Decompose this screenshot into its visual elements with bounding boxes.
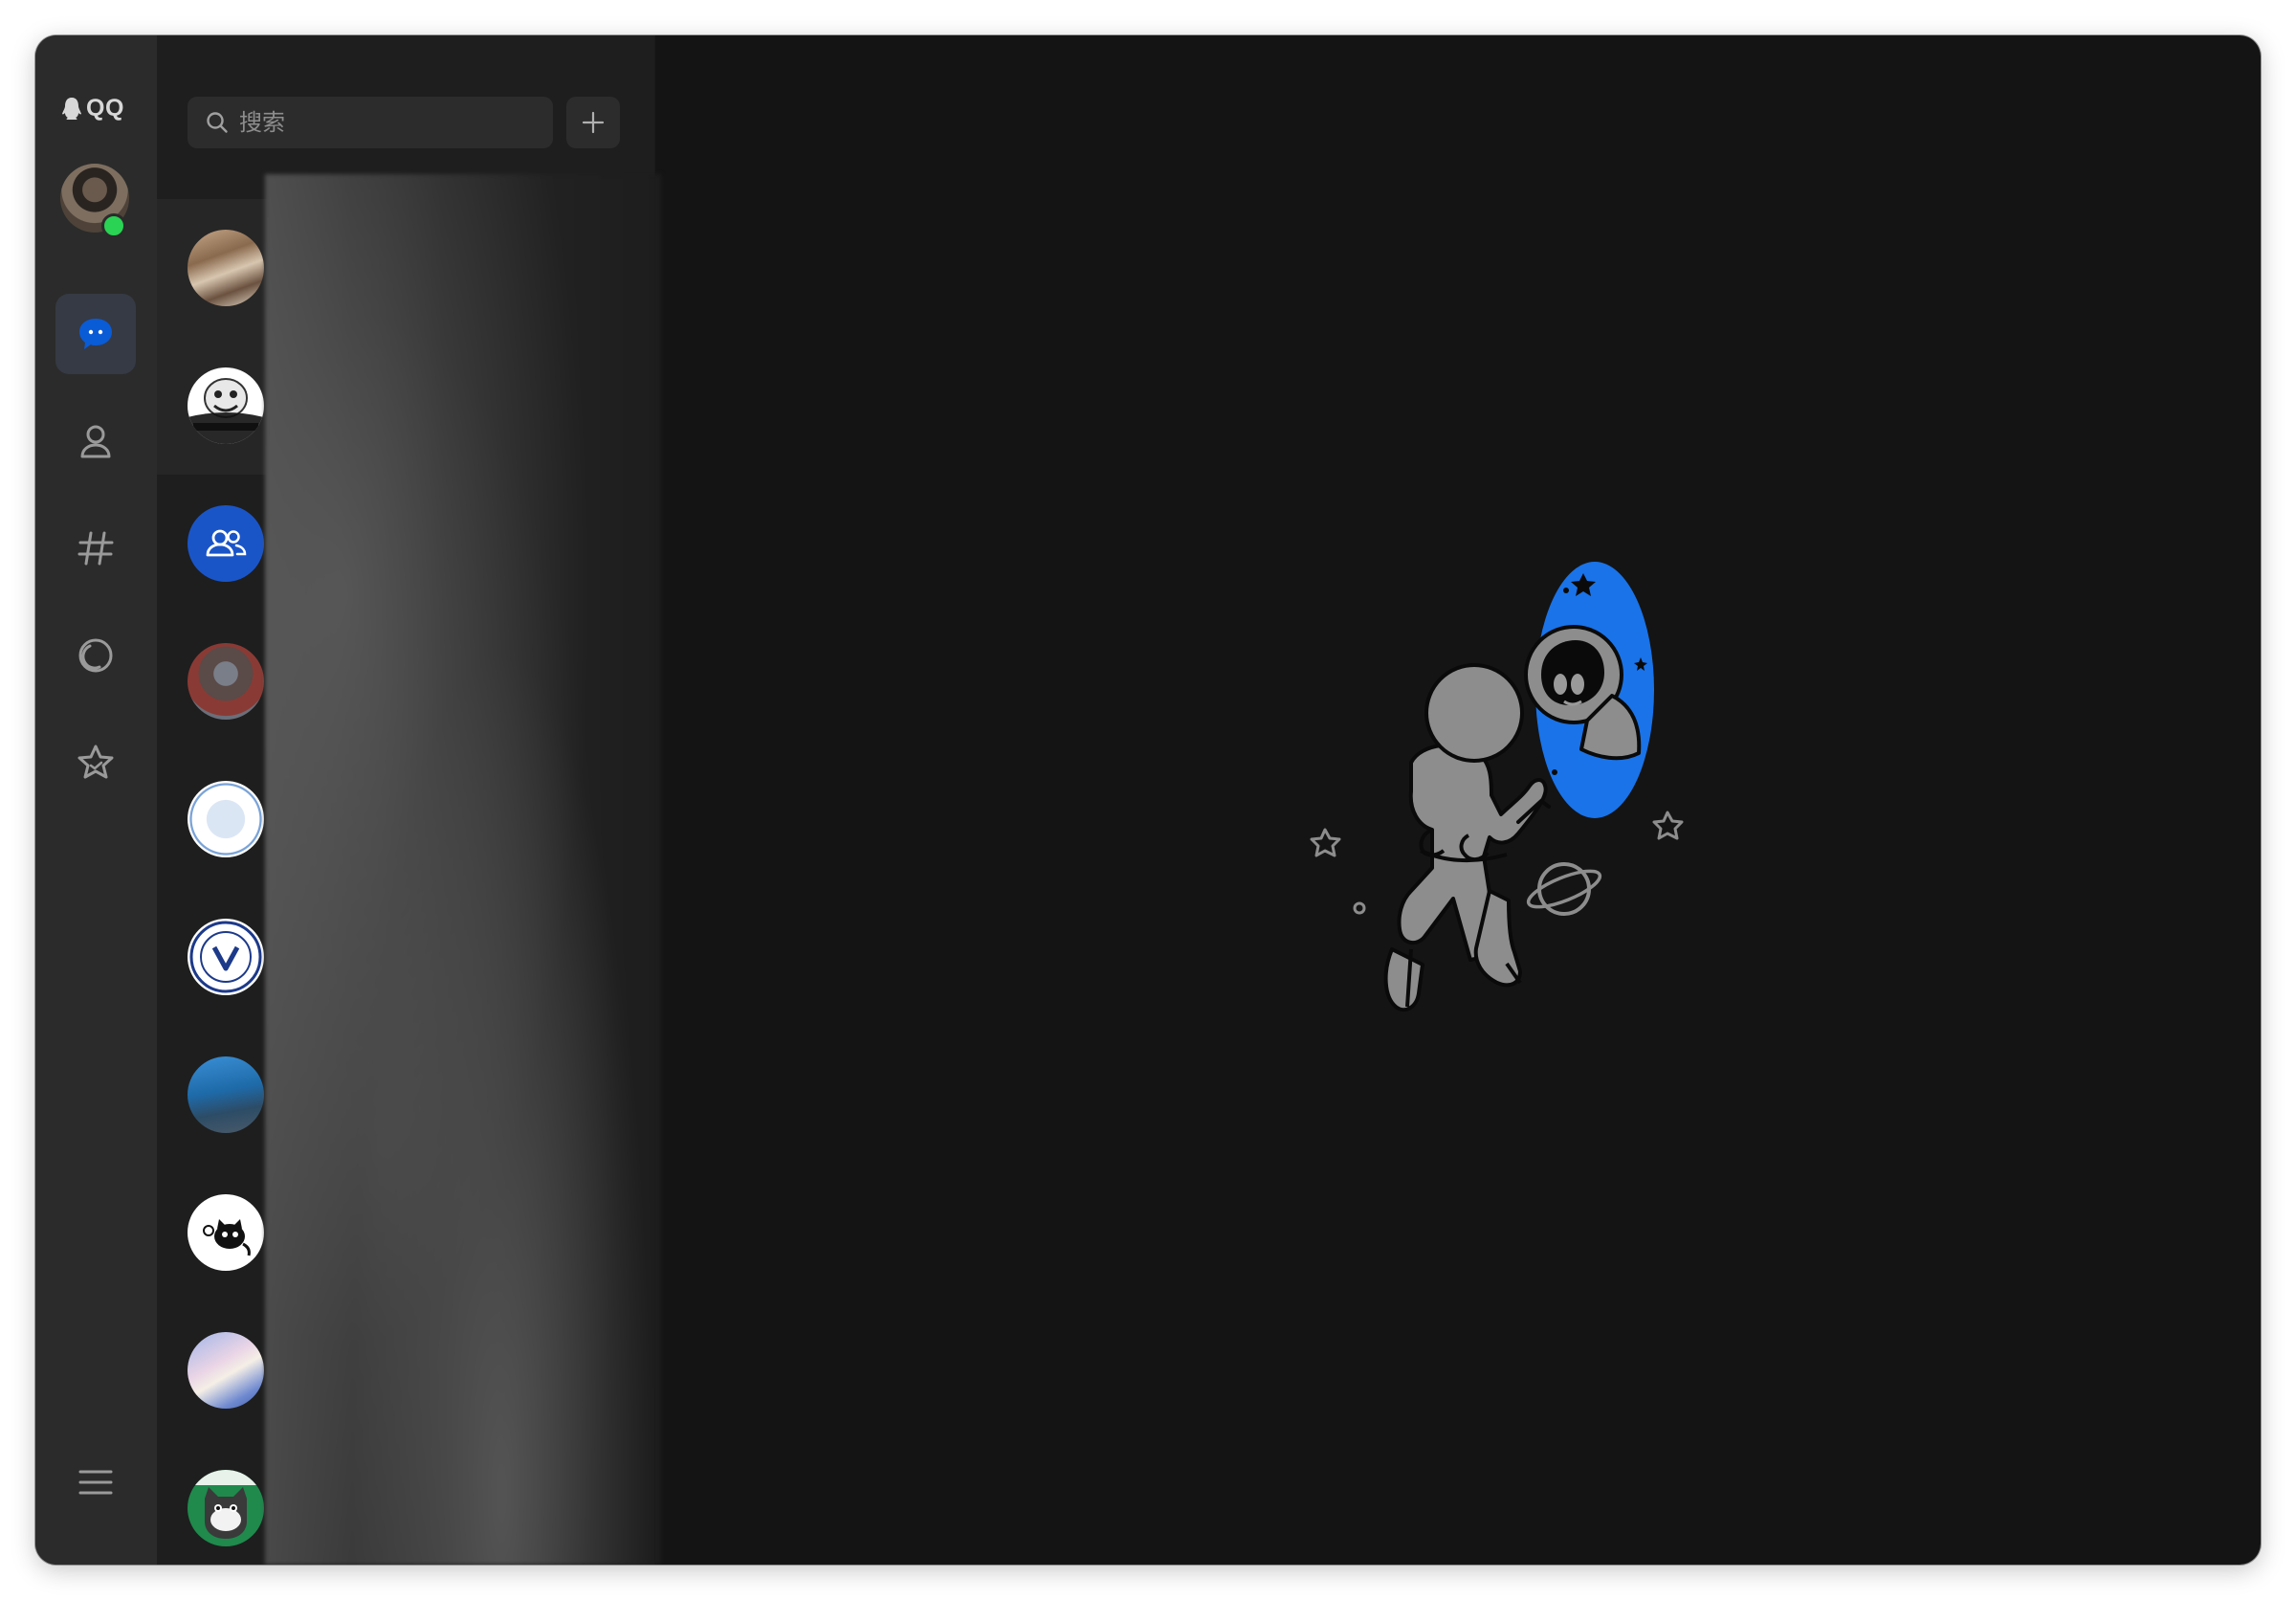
sidebar-item-favorites[interactable]: [55, 722, 136, 803]
conversation-avatar: [188, 1056, 264, 1133]
conversation-avatar: [188, 781, 264, 857]
conversation-avatar: [188, 643, 264, 720]
star-icon: [77, 744, 114, 779]
penguin-icon: [62, 97, 81, 120]
sidebar-item-messages[interactable]: [55, 294, 136, 374]
cat-sticker-icon: [203, 1219, 251, 1256]
astronaut-portal-illustration: [1268, 514, 1689, 1088]
group-icon: [206, 529, 247, 557]
cat-cartoon-icon: [188, 1470, 264, 1539]
message-bubble-icon: [79, 319, 112, 349]
plus-icon: [582, 111, 605, 134]
person-icon: [80, 425, 111, 458]
hamburger-menu-icon: [78, 1470, 113, 1495]
astronaut-illustration-icon: [1310, 562, 1684, 1012]
search-icon: [207, 112, 228, 133]
conversation-avatar: [188, 505, 264, 582]
conversation-avatar: [188, 230, 264, 306]
qq-window: QQ: [35, 35, 2261, 1565]
add-button[interactable]: [566, 97, 620, 148]
conversation-avatar: [188, 1332, 264, 1409]
nav-rail: QQ: [35, 35, 157, 1565]
blurred-conversation-details: [265, 174, 661, 1565]
main-menu-button[interactable]: [55, 1442, 136, 1522]
sidebar-item-qzone[interactable]: [55, 615, 136, 696]
school-emblem-icon: [189, 921, 262, 993]
conversation-avatar: [188, 367, 264, 444]
search-box[interactable]: [188, 97, 553, 148]
conversation-avatar: [188, 1470, 264, 1546]
sidebar-item-contacts[interactable]: [55, 401, 136, 481]
conversation-avatar: [188, 919, 264, 995]
conversation-avatar: [188, 1194, 264, 1271]
brand-label: QQ: [86, 95, 124, 122]
circle-ring-icon: [78, 638, 113, 673]
panel-divider: [654, 35, 655, 1565]
search-input[interactable]: [237, 108, 528, 137]
meme-face-icon: [188, 378, 264, 444]
hashtag-icon: [77, 531, 114, 566]
sidebar-item-channels[interactable]: [55, 508, 136, 589]
brand-logo: QQ: [60, 95, 124, 122]
online-status-dot: [101, 213, 126, 238]
